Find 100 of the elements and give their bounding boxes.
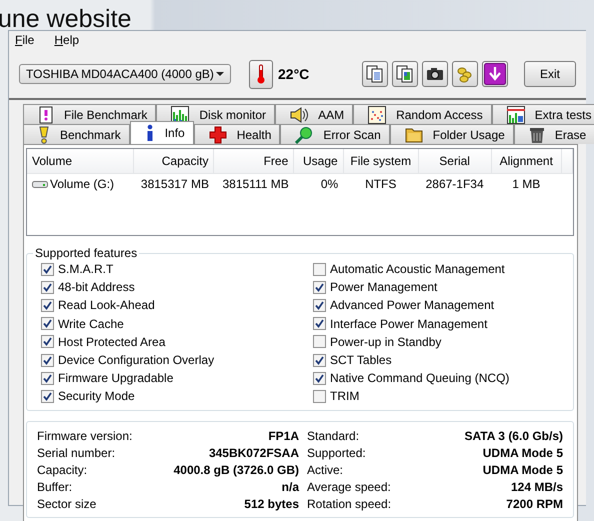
toolbar-button[interactable] <box>392 61 418 87</box>
menu-item[interactable]: File <box>15 33 34 49</box>
info-icon <box>144 124 155 142</box>
speaker-icon <box>290 106 308 122</box>
tab[interactable]: Disk monitor <box>156 104 276 124</box>
info-label: Supported: <box>306 446 367 460</box>
tab[interactable]: Erase <box>514 124 594 144</box>
temperature-button[interactable] <box>249 60 273 88</box>
exclamation-icon <box>38 126 50 144</box>
checkbox-label: SCT Tables <box>330 353 392 368</box>
chart-icon <box>506 106 525 124</box>
info-value: UDMA Mode 5 <box>482 446 563 460</box>
drive-icon <box>32 178 48 188</box>
info-label: Sector size <box>37 496 98 510</box>
checkbox-label: Security Mode <box>58 389 135 404</box>
checkbox-label: Power Management <box>330 280 438 294</box>
temperature-reading: 22°C <box>278 66 310 82</box>
tab[interactable]: Extra tests <box>492 104 594 124</box>
cross-icon <box>208 126 227 144</box>
checkbox[interactable] <box>313 317 326 330</box>
info-value: SATA 3 (6.0 Gb/s) <box>464 428 563 442</box>
checkbox[interactable] <box>41 298 54 312</box>
info-value: UDMA Mode 5 <box>482 462 563 476</box>
checkbox[interactable] <box>313 262 326 276</box>
checkbox[interactable] <box>313 354 326 367</box>
tab[interactable]: Health <box>194 124 280 144</box>
checkbox[interactable] <box>41 262 54 276</box>
checkbox-label: Host Protected Area <box>58 334 166 349</box>
group-title: Supported features <box>34 246 138 260</box>
checkbox[interactable] <box>313 390 326 403</box>
toolbar-button[interactable] <box>482 61 508 87</box>
table-cell: 2867-1F34 <box>426 177 484 191</box>
documents-icon <box>366 65 384 83</box>
column-header[interactable]: Capacity <box>133 149 214 174</box>
info-label: Buffer: <box>37 480 74 494</box>
checkbox[interactable] <box>313 280 326 294</box>
caret-icon <box>216 72 224 76</box>
checkbox-label: Write Cache <box>58 316 124 331</box>
tab[interactable]: AAM <box>275 104 354 124</box>
checkbox[interactable] <box>313 335 326 348</box>
tab[interactable]: Benchmark <box>23 124 130 144</box>
checkbox[interactable] <box>41 354 54 367</box>
column-header[interactable]: File system <box>343 149 418 174</box>
info-label: Standard: <box>306 428 360 442</box>
folder-icon <box>404 126 423 142</box>
table-cell: NTFS <box>365 177 396 191</box>
checkbox[interactable] <box>41 317 54 330</box>
checkbox-label: Firmware Upgradable <box>58 371 174 386</box>
info-label: Serial number: <box>37 446 116 460</box>
checkbox[interactable] <box>41 280 54 294</box>
info-value: 124 MB/s <box>510 480 563 494</box>
search-icon <box>295 126 314 144</box>
checkbox-label: S.M.A.R.T <box>58 262 114 276</box>
tab[interactable]: Error Scan <box>280 124 390 144</box>
documents-icon <box>396 65 414 83</box>
checkbox[interactable] <box>313 372 326 385</box>
tab[interactable]: Random Access <box>353 104 492 124</box>
column-header[interactable]: Alignment <box>491 149 562 174</box>
tab[interactable]: Info <box>130 121 194 144</box>
checkbox-label: Advanced Power Management <box>330 298 494 312</box>
checkbox[interactable] <box>41 390 54 403</box>
scatter-chart-icon <box>368 106 386 124</box>
info-label: Firmware version: <box>37 428 134 442</box>
info-value: FP1A <box>267 428 299 442</box>
checkbox-label: 48-bit Address <box>58 280 135 294</box>
checkbox[interactable] <box>41 372 54 385</box>
info-value: 4000.8 gB (3726.0 GB) <box>172 462 299 476</box>
checkbox-label: Interface Power Management <box>330 316 488 331</box>
menu-item[interactable]: Help <box>54 33 80 49</box>
trash-icon <box>528 126 545 144</box>
tab[interactable]: Folder Usage <box>390 124 514 144</box>
column-header[interactable]: Serial <box>418 149 492 174</box>
toolbar-button[interactable] <box>362 61 388 87</box>
table-cell: 1 MB <box>512 177 540 191</box>
coins-icon <box>456 65 474 83</box>
checkbox-label: Power-up in Standby <box>330 334 442 349</box>
camera-icon <box>426 65 444 83</box>
info-value: n/a <box>280 480 299 494</box>
table-cell: Volume (G:) <box>50 176 114 190</box>
checkbox-label: Device Configuration Overlay <box>58 353 214 368</box>
tab[interactable]: File Benchmark <box>23 104 156 124</box>
info-label: Capacity: <box>37 462 88 476</box>
column-header[interactable]: Usage <box>294 149 344 174</box>
info-label: Active: <box>306 462 344 476</box>
checkbox[interactable] <box>313 298 326 312</box>
drive-dropdown[interactable]: TOSHIBA MD04ACA400 (4000 gB) <box>19 64 231 84</box>
page-icon <box>38 106 54 124</box>
thermometer-icon <box>257 64 265 84</box>
column-header[interactable]: Free <box>214 149 294 174</box>
info-label: Average speed: <box>306 480 392 494</box>
table-cell: 3815111 MB <box>222 177 289 191</box>
column-header[interactable]: Volume <box>27 149 134 174</box>
checkbox-label: Read Look-Ahead <box>58 298 155 312</box>
checkbox-label: Automatic Acoustic Management <box>330 262 505 276</box>
table-cell: 3815317 MB <box>140 177 209 191</box>
info-value: 512 bytes <box>243 496 299 510</box>
checkbox[interactable] <box>41 335 54 348</box>
exit-button[interactable]: Exit <box>524 61 576 87</box>
info-value: 7200 RPM <box>505 496 563 510</box>
toolbar-button[interactable] <box>422 61 448 87</box>
